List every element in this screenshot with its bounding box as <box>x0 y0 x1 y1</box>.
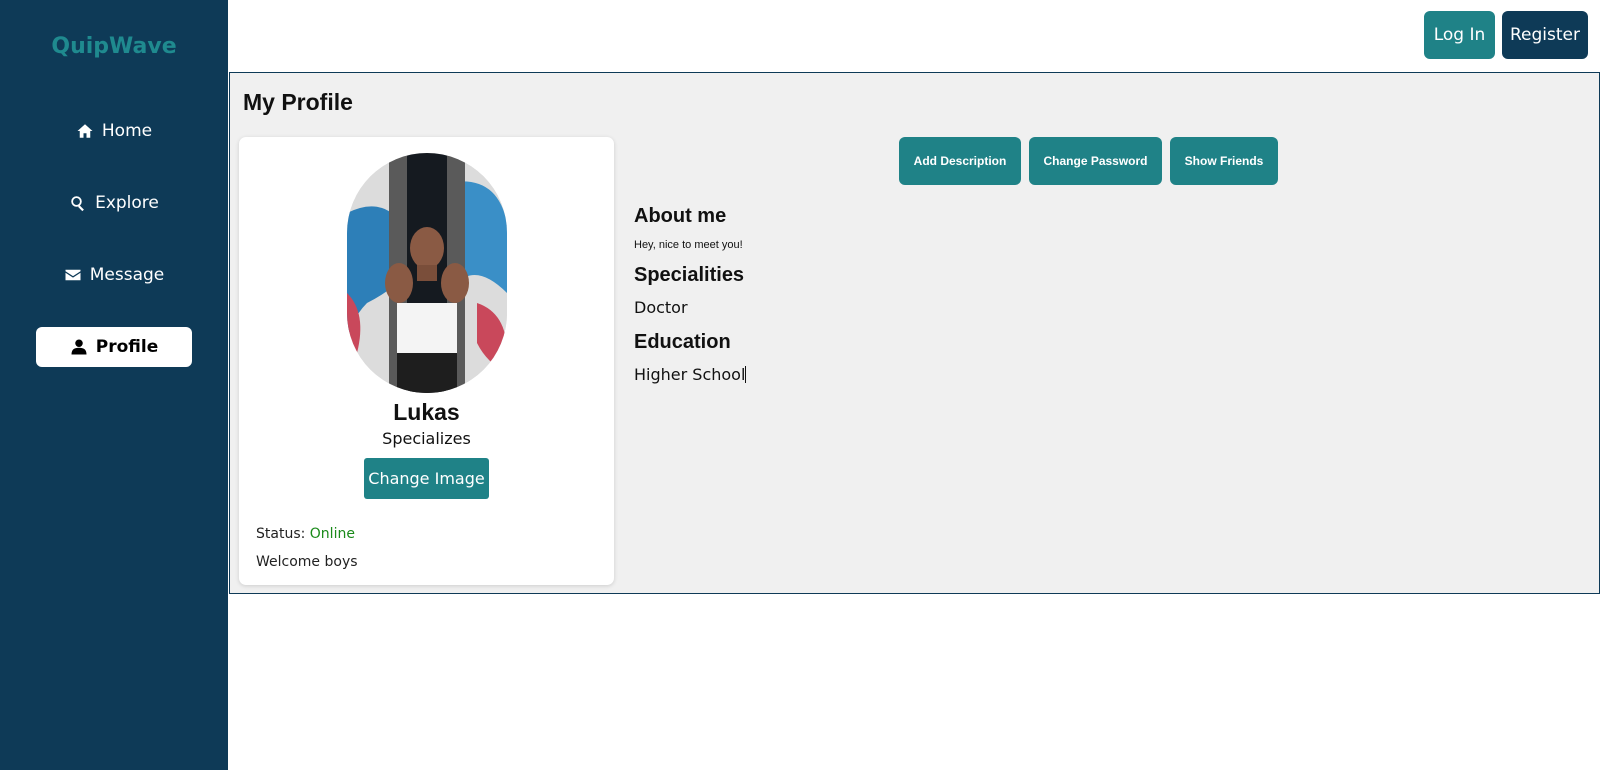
change-password-button[interactable]: Change Password <box>1029 137 1162 185</box>
search-icon <box>71 196 85 212</box>
user-specializes: Specializes <box>382 429 471 448</box>
education-heading: Education <box>634 331 731 353</box>
sidebar-item-label: Explore <box>95 193 159 213</box>
user-name: Lukas <box>393 399 460 425</box>
page-title: My Profile <box>243 89 353 115</box>
show-friends-button[interactable]: Show Friends <box>1170 137 1278 185</box>
sidebar-item-message[interactable]: Message <box>36 255 192 295</box>
education-field[interactable]: Higher School <box>634 365 747 384</box>
user-icon <box>71 339 87 355</box>
sidebar-item-profile[interactable]: Profile <box>36 327 192 367</box>
sidebar-item-label: Profile <box>95 337 159 357</box>
profile-panel: My Profile Lukas Specializes Change Imag… <box>229 72 1600 594</box>
sidebar-item-explore[interactable]: Explore <box>36 183 192 223</box>
brand-logo[interactable]: QuipWave <box>0 34 228 59</box>
education-text: Higher School <box>634 365 746 384</box>
about-heading: About me <box>634 205 727 227</box>
sidebar-item-label: Home <box>101 121 153 141</box>
text-caret <box>745 366 747 383</box>
sidebar: QuipWave Home Explore Message Profile <box>0 0 228 770</box>
welcome-text: Welcome boys <box>256 554 358 570</box>
profile-photo <box>347 153 507 393</box>
add-description-button[interactable]: Add Description <box>899 137 1021 185</box>
avatar[interactable] <box>347 153 507 393</box>
envelope-icon <box>65 269 81 281</box>
status-badge: Online <box>309 526 355 542</box>
top-bar <box>228 0 1600 72</box>
specialities-text: Doctor <box>634 298 688 317</box>
sidebar-item-label: Message <box>89 265 165 285</box>
login-button[interactable]: Log In <box>1424 11 1495 59</box>
sidebar-item-home[interactable]: Home <box>36 111 192 151</box>
about-text: Hey, nice to meet you! <box>634 239 743 251</box>
specialities-heading: Specialities <box>634 264 745 286</box>
change-image-button[interactable]: Change Image <box>364 458 489 499</box>
profile-card: Lukas Specializes Change Image Status: O… <box>239 137 614 585</box>
home-icon <box>77 124 93 138</box>
status-line: Status: Online <box>256 526 355 542</box>
register-button[interactable]: Register <box>1502 11 1588 59</box>
status-label: Status: <box>256 526 306 542</box>
